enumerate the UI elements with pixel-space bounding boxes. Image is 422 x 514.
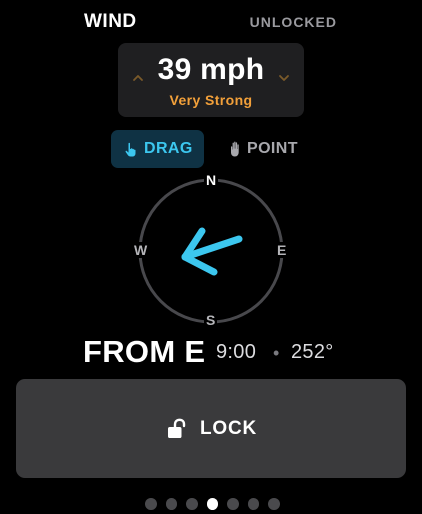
unlocked-padlock-icon [168, 418, 186, 438]
point-mode-button[interactable]: POINT [224, 130, 308, 168]
page-dot[interactable] [268, 498, 281, 510]
page-dot-active[interactable] [206, 498, 219, 510]
raised-hand-icon [231, 141, 239, 157]
header-title: WIND [84, 11, 137, 32]
compass-south-label: S [204, 312, 218, 328]
page-dot[interactable] [186, 498, 198, 510]
lock-label: LOCK [200, 418, 258, 439]
drag-mode-label: DRAG [144, 140, 193, 157]
drag-mode-button[interactable]: DRAG [111, 130, 204, 168]
chevron-down-icon[interactable] [276, 70, 292, 86]
point-mode-label: POINT [247, 140, 298, 157]
page-dot[interactable] [145, 498, 157, 510]
wind-from-label: FROM E [83, 334, 206, 369]
speed-stepper[interactable]: 39 mph Very Strong [118, 43, 304, 117]
compass-east-label: E [275, 242, 289, 258]
compass-dial[interactable] [136, 176, 286, 326]
page-dot[interactable] [227, 498, 239, 510]
tap-hand-icon [125, 142, 136, 157]
bearing-label: 252° [291, 341, 334, 363]
wind-direction-arrow-icon[interactable] [181, 227, 243, 276]
compass-north-label: N [204, 172, 219, 188]
page-dot[interactable] [165, 498, 178, 510]
compass-west-label: W [132, 242, 150, 258]
speed-description: Very Strong [169, 92, 253, 108]
separator-dot: • [273, 343, 280, 363]
lock-button[interactable]: LOCK [16, 379, 406, 478]
status-label: UNLOCKED [249, 14, 337, 30]
page-indicator [145, 498, 281, 510]
page-dot[interactable] [247, 498, 260, 510]
time-label: 9:00 [216, 341, 257, 363]
